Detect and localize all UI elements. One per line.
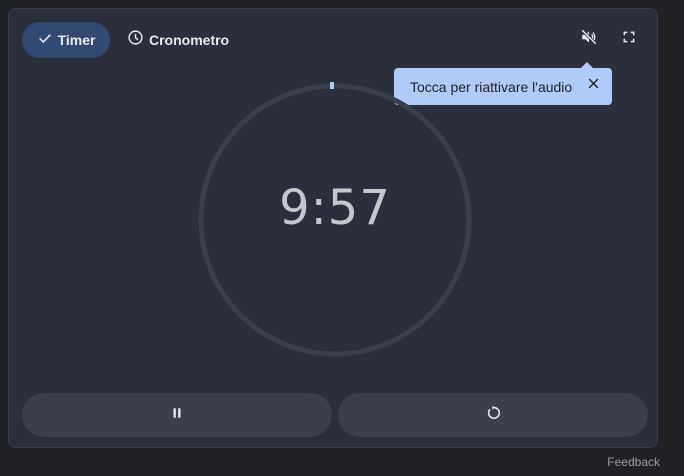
- progress-marker: [330, 82, 334, 89]
- reset-button[interactable]: [338, 393, 648, 437]
- pause-icon: [170, 406, 184, 425]
- mute-button[interactable]: [575, 25, 603, 53]
- pause-button[interactable]: [22, 393, 332, 437]
- close-icon: [587, 77, 600, 95]
- tab-stopwatch[interactable]: Cronometro: [119, 22, 237, 58]
- reset-icon: [485, 405, 501, 426]
- tab-timer[interactable]: Timer: [22, 22, 110, 58]
- tooltip-arrow: [581, 62, 593, 68]
- fullscreen-icon: [622, 30, 636, 49]
- timer-card: Timer Cronometro Tocca per riattivare l'…: [8, 8, 658, 448]
- tab-stopwatch-label: Cronometro: [149, 32, 230, 48]
- clock-icon: [127, 29, 144, 51]
- feedback-link[interactable]: Feedback: [607, 455, 660, 469]
- check-icon: [37, 30, 53, 51]
- tab-timer-label: Timer: [57, 32, 96, 48]
- fullscreen-button[interactable]: [615, 25, 643, 53]
- timer-display: 9:57: [279, 180, 391, 236]
- volume-off-icon: [580, 28, 598, 51]
- tooltip-close-button[interactable]: [584, 77, 602, 95]
